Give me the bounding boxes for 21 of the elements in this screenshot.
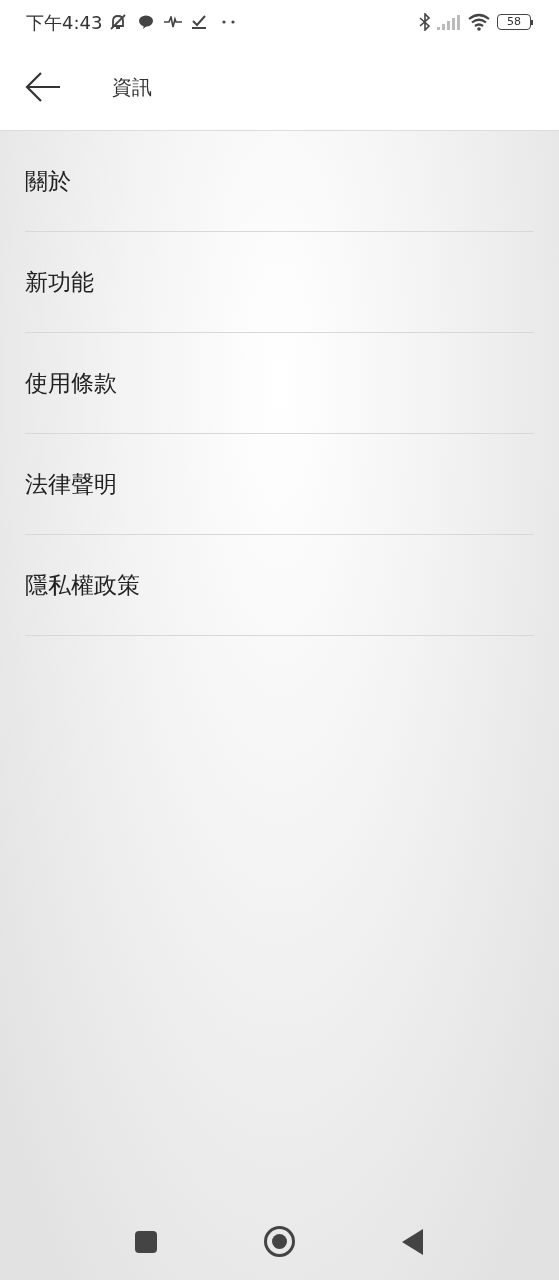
battery-level: 58 [497,14,531,30]
menu-item[interactable]: 使用條款 [25,333,534,434]
chat-bubble-icon [138,14,155,30]
header-title: 資訊 [112,74,152,101]
signal-icon [437,14,461,30]
home-button[interactable] [264,1226,295,1257]
menu-item[interactable]: 隱私權政策 [25,535,534,636]
recents-button[interactable] [135,1230,157,1253]
waveform-icon [164,16,183,28]
menu-item[interactable]: 新功能 [25,232,534,333]
check-icon [192,15,207,29]
more-dots-icon [222,20,237,24]
menu-item[interactable]: 關於 [25,131,534,232]
status-time: 下午4:43 [26,10,103,35]
back-nav-button[interactable] [402,1228,424,1255]
bluetooth-icon [419,13,431,31]
menu-item[interactable]: 法律聲明 [25,434,534,535]
back-arrow-icon [25,72,61,102]
wifi-icon [467,13,491,31]
triangle-back-icon [402,1228,424,1255]
bell-off-icon [108,13,129,31]
